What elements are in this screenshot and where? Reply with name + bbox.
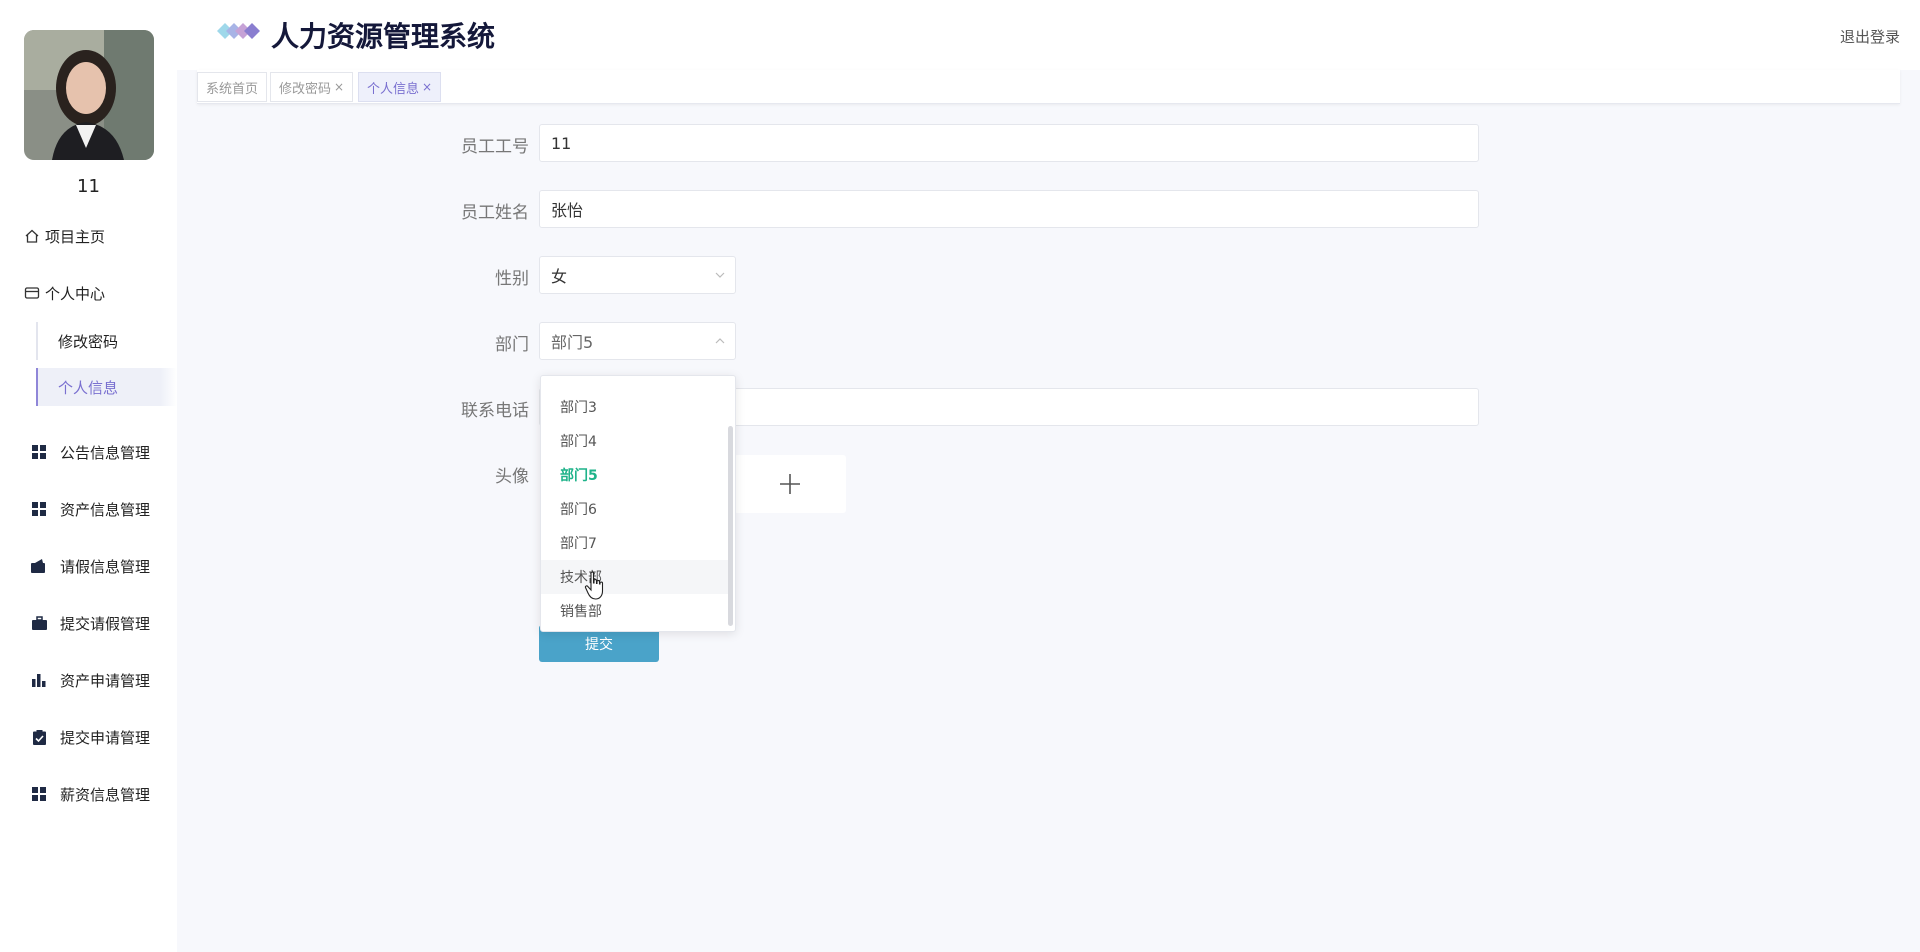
wallet-icon <box>23 284 41 302</box>
sidebar-item-personal-center[interactable]: 个人中心 <box>0 273 177 313</box>
hand-pointer-icon <box>584 571 604 600</box>
chevron-down-icon <box>715 272 725 278</box>
plus-icon <box>780 474 800 494</box>
sidebar-item-notice-management[interactable]: 公告信息管理 <box>0 432 177 472</box>
sidebar-item-asset-management[interactable]: 资产信息管理 <box>0 489 177 529</box>
sidebar-item-label: 资产信息管理 <box>60 500 151 519</box>
tab-personal-info[interactable]: 个人信息 × <box>358 72 442 102</box>
sidebar: 11 项目主页 个人中心 修改密码 个人信息 公告信息管理 资产信息管理 请假信… <box>0 0 177 952</box>
username: 11 <box>77 176 100 197</box>
sidebar-item-home[interactable]: 项目主页 <box>0 216 177 256</box>
dropdown-option[interactable]: 销售部 <box>541 594 731 628</box>
dropdown-option-selected[interactable]: 部门5 <box>541 458 731 492</box>
department-select-value: 部门5 <box>551 333 594 352</box>
gender-label: 性别 <box>495 269 529 289</box>
tab-change-password[interactable]: 修改密码 × <box>270 72 354 102</box>
logo-icon <box>217 23 260 39</box>
grid-icon <box>30 785 48 803</box>
sidebar-item-leave-management[interactable]: 请假信息管理 <box>0 546 177 586</box>
sidebar-subitem-change-password[interactable]: 修改密码 <box>36 322 177 360</box>
tabs-bar: 系统首页 修改密码 × 个人信息 × <box>197 70 1900 104</box>
logout-link[interactable]: 退出登录 <box>1840 26 1900 47</box>
phone-label: 联系电话 <box>461 401 529 421</box>
bar-chart-icon <box>30 671 48 689</box>
avatar-photo-icon <box>24 30 154 160</box>
sidebar-item-label: 公告信息管理 <box>60 443 151 462</box>
sidebar-item-label: 薪资信息管理 <box>60 785 151 804</box>
employee-name-input[interactable]: 张怡 <box>539 190 1479 228</box>
gender-select-value: 女 <box>551 267 568 286</box>
employee-id-input[interactable]: 11 <box>539 124 1479 162</box>
app-title: 人力资源管理系统 <box>271 20 496 53</box>
gender-select[interactable]: 女 <box>539 256 736 294</box>
dropdown-scrollbar[interactable] <box>728 426 733 626</box>
tab-label: 修改密码 <box>279 81 332 97</box>
chevron-up-icon <box>715 338 725 344</box>
department-label: 部门 <box>495 335 529 355</box>
sidebar-item-label: 请假信息管理 <box>60 557 151 576</box>
clipboard-check-icon <box>30 728 48 746</box>
header: 人力资源管理系统 退出登录 <box>177 0 1920 70</box>
sidebar-item-label: 个人中心 <box>45 284 106 303</box>
tab-label: 个人信息 <box>367 81 420 97</box>
sidebar-item-salary-management[interactable]: 薪资信息管理 <box>0 774 177 814</box>
avatar-label: 头像 <box>495 467 529 487</box>
dropdown-option[interactable]: 部门7 <box>541 526 731 560</box>
sidebar-item-submit-application-management[interactable]: 提交申请管理 <box>0 717 177 757</box>
sidebar-item-label: 资产申请管理 <box>60 671 151 690</box>
tab-label: 系统首页 <box>206 81 259 97</box>
sidebar-item-label: 提交请假管理 <box>60 614 151 633</box>
dropdown-option[interactable]: 部门4 <box>541 424 731 458</box>
avatar <box>24 30 154 160</box>
grid-icon <box>30 443 48 461</box>
briefcase-icon <box>30 614 48 632</box>
sidebar-item-label: 提交申请管理 <box>60 728 151 747</box>
department-dropdown: 部门3 部门4 部门5 部门6 部门7 技术部 销售部 <box>540 375 736 632</box>
close-icon[interactable]: × <box>422 80 432 94</box>
dropdown-option-hovered[interactable]: 技术部 <box>541 560 731 594</box>
dropdown-option[interactable]: 部门6 <box>541 492 731 526</box>
department-select[interactable]: 部门5 <box>539 322 736 360</box>
employee-id-label: 员工工号 <box>461 137 529 157</box>
grid-icon <box>30 500 48 518</box>
dropdown-option[interactable]: 部门3 <box>541 390 731 424</box>
close-icon[interactable]: × <box>334 80 344 94</box>
sidebar-item-submit-leave-management[interactable]: 提交请假管理 <box>0 603 177 643</box>
avatar-upload-button[interactable] <box>734 455 846 513</box>
wallet-icon <box>30 557 48 575</box>
home-icon <box>23 227 41 245</box>
tab-home[interactable]: 系统首页 <box>197 72 268 102</box>
sidebar-item-asset-application-management[interactable]: 资产申请管理 <box>0 660 177 700</box>
employee-name-label: 员工姓名 <box>461 203 529 223</box>
sidebar-subitem-personal-info[interactable]: 个人信息 <box>36 368 177 406</box>
sidebar-item-label: 项目主页 <box>45 227 106 246</box>
